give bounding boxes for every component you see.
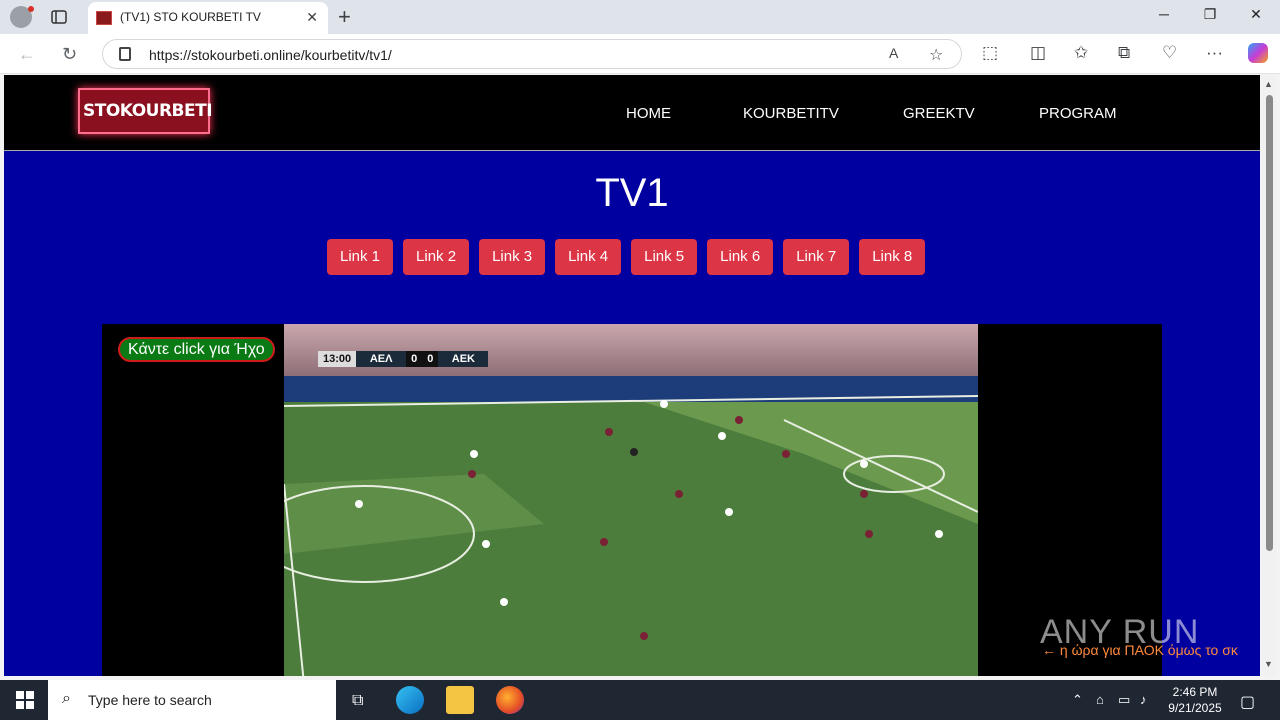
favorite-star-icon[interactable]: ☆: [929, 45, 943, 65]
page-title: TV1: [595, 171, 669, 215]
file-explorer-icon[interactable]: [446, 686, 474, 714]
tab-actions-icon[interactable]: [50, 8, 68, 26]
refresh-icon[interactable]: ↻: [62, 44, 77, 65]
nav-program[interactable]: PROGRAM: [1039, 105, 1117, 122]
clock-time: 2:46 PM: [1172, 685, 1218, 699]
scoreboard: 13:00 ΑΕΛ 0 0 ΑΕΚ: [318, 351, 489, 367]
browser-tab-active[interactable]: (TV1) STO KOURBETI TV ✕: [88, 2, 328, 34]
clock-date: 9/21/2025: [1168, 701, 1222, 715]
browser-essentials-icon[interactable]: ♡: [1162, 43, 1177, 63]
search-placeholder: Type here to search: [88, 692, 212, 708]
link-5-button[interactable]: Link 5: [631, 239, 698, 275]
site-header: STOKOURBETI HOME KOURBETITV GREEKTV PROG…: [4, 75, 1260, 151]
notification-dot-icon: [28, 6, 34, 12]
system-clock[interactable]: 2:46 PM 9/21/2025: [1160, 684, 1230, 716]
link-1-button[interactable]: Link 1: [327, 239, 394, 275]
url-text[interactable]: https://stokourbeti.online/kourbetitv/tv…: [149, 47, 392, 63]
split-screen-icon[interactable]: ◫: [1030, 43, 1046, 63]
link-8-button[interactable]: Link 8: [859, 239, 926, 275]
edge-app-icon[interactable]: [396, 686, 424, 714]
search-icon: ⌕: [62, 690, 71, 707]
scrollbar-thumb[interactable]: [1266, 95, 1273, 551]
link-2-button[interactable]: Link 2: [403, 239, 470, 275]
scroll-down-icon[interactable]: ▼: [1264, 659, 1273, 669]
show-hidden-icons-icon[interactable]: ⌃: [1072, 692, 1083, 708]
restore-window-icon[interactable]: ❐: [1200, 6, 1220, 23]
page-viewport: STOKOURBETI HOME KOURBETITV GREEKTV PROG…: [4, 75, 1260, 676]
tab-title: (TV1) STO KOURBETI TV: [120, 10, 261, 24]
windows-taskbar: ⌕ Type here to search ⧉ ⌃ ⌂ ▭ ♪ 2:46 PM …: [0, 680, 1280, 720]
score-home-team: ΑΕΛ: [356, 351, 407, 367]
score-away-team: ΑΕΚ: [438, 351, 489, 367]
score-time: 13:00: [318, 351, 357, 367]
score-away: 0: [427, 353, 434, 365]
nav-home[interactable]: HOME: [626, 105, 671, 122]
back-icon[interactable]: ←: [18, 44, 36, 65]
score-home: 0: [411, 353, 418, 365]
link-7-button[interactable]: Link 7: [783, 239, 850, 275]
windows-start-icon[interactable]: [16, 691, 34, 709]
notifications-icon[interactable]: ▢: [1240, 692, 1255, 712]
nav-kourbetitv[interactable]: KOURBETITV: [743, 105, 839, 122]
video-frame[interactable]: 13:00 ΑΕΛ 0 0 ΑΕΚ: [284, 324, 978, 676]
volume-icon[interactable]: ♪: [1140, 692, 1147, 707]
scrolling-ticker: ← η ώρα για ΠΑΟΚ όμως το σκ: [1042, 642, 1238, 658]
site-info-icon[interactable]: [119, 47, 131, 61]
enable-sound-button[interactable]: Κάντε click για Ήχο: [118, 337, 275, 362]
task-view-icon[interactable]: ⧉: [352, 692, 363, 710]
close-tab-icon[interactable]: ✕: [306, 9, 318, 26]
link-6-button[interactable]: Link 6: [707, 239, 774, 275]
link-3-button[interactable]: Link 3: [479, 239, 546, 275]
read-aloud-icon[interactable]: A: [889, 45, 898, 61]
address-bar[interactable]: https://stokourbeti.online/kourbetitv/tv…: [102, 39, 962, 69]
scroll-up-icon[interactable]: ▲: [1264, 79, 1273, 89]
football-pitch-image: [284, 324, 978, 676]
minimize-window-icon[interactable]: ─: [1154, 6, 1174, 22]
new-tab-icon[interactable]: +: [338, 4, 351, 30]
firefox-app-icon[interactable]: [496, 686, 524, 714]
extensions-icon[interactable]: ⬚: [982, 43, 998, 63]
network-icon[interactable]: ▭: [1118, 692, 1130, 708]
page-scrollbar[interactable]: ▲ ▼: [1262, 75, 1276, 676]
device-icon[interactable]: ⌂: [1096, 692, 1104, 707]
logo-text: STOKOURBETI: [83, 101, 213, 121]
nav-greektv[interactable]: GREEKTV: [903, 105, 975, 122]
favorites-icon[interactable]: ✩: [1074, 43, 1088, 63]
browser-toolbar: ← ↻ https://stokourbeti.online/kourbetit…: [0, 34, 1280, 74]
site-favicon-icon: [96, 11, 112, 25]
video-player[interactable]: Κάντε click για Ήχο 13:00 ΑΕΛ 0 0 ΑΕΚ: [102, 324, 1162, 676]
site-logo[interactable]: STOKOURBETI: [78, 88, 213, 134]
close-window-icon[interactable]: ✕: [1246, 6, 1266, 23]
screen: (TV1) STO KOURBETI TV ✕ + ─ ❐ ✕ ← ↻ http…: [0, 0, 1280, 720]
copilot-icon[interactable]: [1248, 43, 1268, 63]
stream-links: Link 1 Link 2 Link 3 Link 4 Link 5 Link …: [327, 239, 926, 275]
collections-icon[interactable]: ⧉: [1118, 43, 1130, 63]
browser-tab-bar: (TV1) STO KOURBETI TV ✕ + ─ ❐ ✕: [0, 0, 1280, 34]
settings-more-icon[interactable]: ···: [1206, 43, 1223, 63]
taskbar-search-box[interactable]: ⌕ Type here to search: [48, 680, 336, 720]
link-4-button[interactable]: Link 4: [555, 239, 622, 275]
